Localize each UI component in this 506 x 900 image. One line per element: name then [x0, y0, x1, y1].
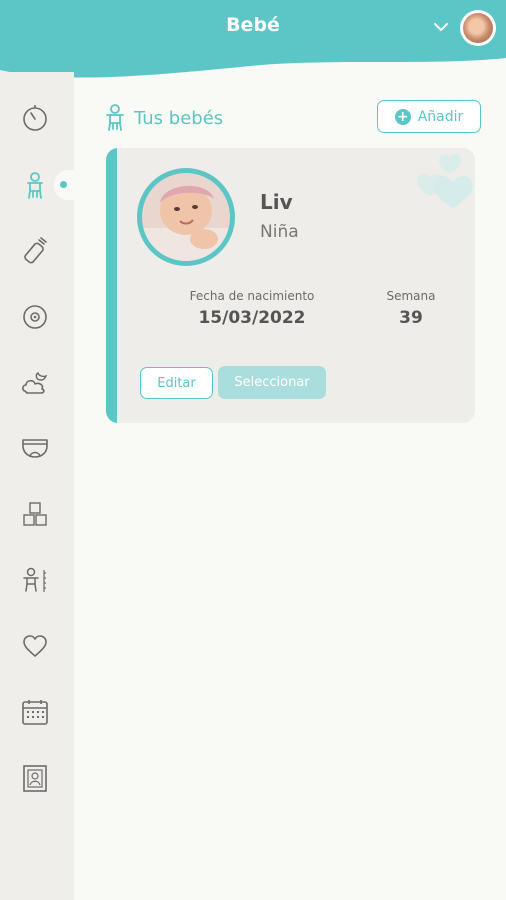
diaper-icon: [22, 439, 48, 458]
photo-frame-icon: [23, 765, 47, 792]
sidebar-item-diaper[interactable]: [17, 430, 53, 466]
sidebar-item-bottle[interactable]: [17, 232, 53, 268]
baby-photo[interactable]: [137, 168, 235, 266]
bottle-icon: [24, 237, 47, 264]
add-baby-button[interactable]: + Añadir: [377, 100, 481, 133]
birth-date-value: 15/03/2022: [198, 308, 306, 328]
sidebar-item-timer[interactable]: [17, 100, 53, 136]
week-label: Semana: [386, 289, 436, 303]
birth-date-label: Fecha de nacimiento: [189, 289, 315, 303]
calendar-icon: [22, 700, 48, 725]
select-button[interactable]: Seleccionar: [218, 366, 326, 399]
active-indicator: [60, 181, 67, 188]
section-title: Tus bebés: [134, 107, 224, 129]
timer-icon: [23, 105, 47, 131]
sidebar-item-health[interactable]: [17, 628, 53, 664]
add-button-label: Añadir: [417, 108, 464, 125]
card-accent: [106, 148, 117, 423]
sidebar-item-sleep[interactable]: [17, 364, 53, 400]
edit-button[interactable]: Editar: [140, 367, 213, 399]
blocks-icon: [23, 502, 47, 526]
sidebar-item-album[interactable]: [17, 760, 53, 796]
plus-icon: +: [394, 108, 411, 125]
sidebar-item-calendar[interactable]: [17, 694, 53, 730]
app-header: Bebé: [0, 0, 506, 90]
sidebar-item-development[interactable]: [17, 497, 53, 533]
baby-photo-image: [142, 173, 230, 261]
baby-icon: [27, 172, 43, 199]
baby-card: Liv Niña Fecha de nacimiento 15/03/2022 …: [106, 148, 475, 423]
chevron-down-icon[interactable]: [432, 18, 450, 36]
breast-icon: [23, 305, 47, 329]
baby-gender: Niña: [260, 222, 299, 242]
sidebar-item-babies[interactable]: [17, 168, 53, 204]
heart-icon: [23, 635, 47, 657]
page-title: Bebé: [226, 14, 280, 36]
baby-name: Liv: [260, 190, 293, 214]
avatar[interactable]: [460, 10, 496, 46]
sleep-icon: [22, 371, 48, 394]
baby-avatar-image: [463, 13, 493, 43]
week-value: 39: [399, 308, 423, 328]
sidebar-item-growth[interactable]: [17, 562, 53, 598]
growth-icon: [23, 567, 46, 592]
baby-icon: [106, 104, 124, 131]
section-header: Tus bebés: [104, 102, 223, 134]
hearts-decoration-icon: [417, 154, 473, 208]
sidebar-item-breastfeeding[interactable]: [17, 298, 53, 334]
